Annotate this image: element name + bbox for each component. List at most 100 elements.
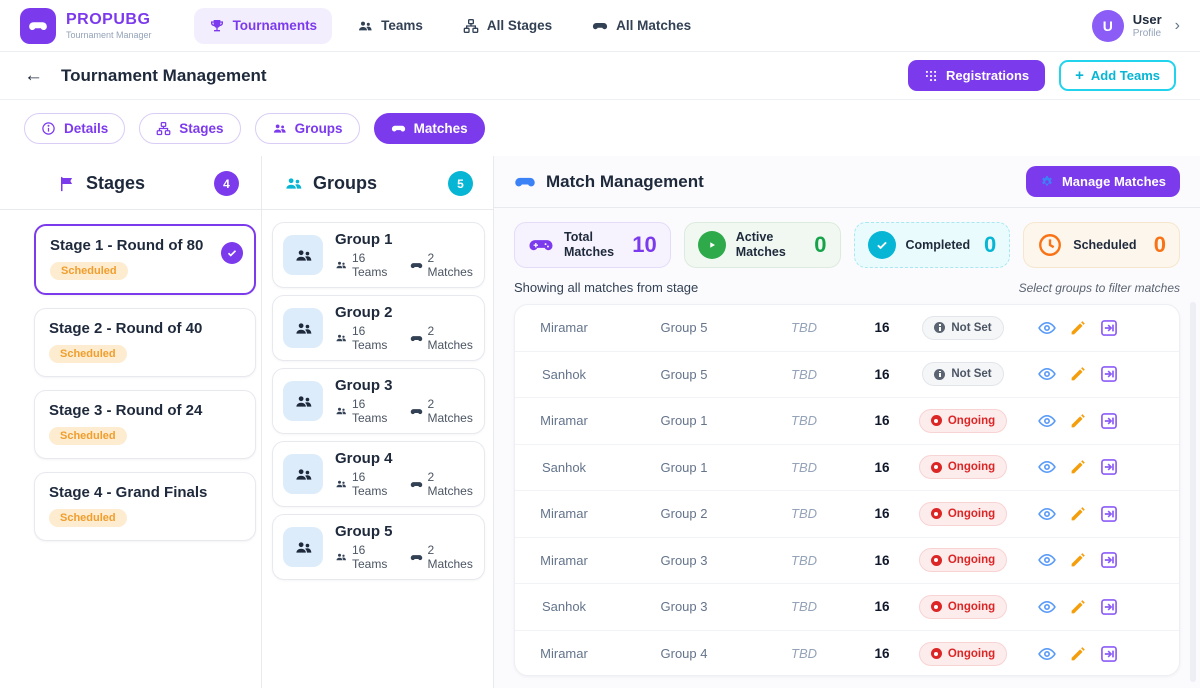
match-team-count: 16 xyxy=(853,413,911,428)
nav-item-all-matches[interactable]: All Matches xyxy=(577,8,706,44)
enter-match-button[interactable] xyxy=(1099,364,1119,384)
group-card-3[interactable]: Group 3 16 Teams 2 Matches xyxy=(272,368,485,434)
app-logo xyxy=(20,8,56,44)
view-match-button[interactable] xyxy=(1037,318,1057,338)
enter-match-button[interactable] xyxy=(1099,504,1119,524)
stages-count-badge: 4 xyxy=(214,171,239,196)
stage-card-2[interactable]: Stage 2 - Round of 40 Scheduled xyxy=(34,308,256,377)
edit-match-button[interactable] xyxy=(1069,319,1087,337)
edit-match-button[interactable] xyxy=(1069,365,1087,383)
view-match-button[interactable] xyxy=(1037,504,1057,524)
match-team-count: 16 xyxy=(853,367,911,382)
page-header: ← Tournament Management Registrations + … xyxy=(0,52,1200,100)
nav-item-teams[interactable]: Teams xyxy=(342,8,438,44)
table-row[interactable]: Miramar Group 5 TBD 16 Not Set xyxy=(515,305,1179,352)
group-card-1[interactable]: Group 1 16 Teams 2 Matches xyxy=(272,222,485,288)
tab-details[interactable]: Details xyxy=(24,113,125,144)
view-match-button[interactable] xyxy=(1037,364,1057,384)
enter-match-button[interactable] xyxy=(1099,550,1119,570)
match-group: Group 1 xyxy=(613,413,755,428)
groups-list: Group 1 16 Teams 2 Matches Group 2 16 Te… xyxy=(262,210,493,580)
enter-match-button[interactable] xyxy=(1099,644,1119,664)
table-row[interactable]: Sanhok Group 1 TBD 16 Ongoing xyxy=(515,445,1179,492)
view-match-button[interactable] xyxy=(1037,457,1057,477)
add-teams-label: Add Teams xyxy=(1091,68,1160,83)
view-match-button[interactable] xyxy=(1037,597,1057,617)
record-dot-icon xyxy=(931,648,942,659)
row-actions xyxy=(1015,504,1179,524)
view-match-button[interactable] xyxy=(1037,550,1057,570)
match-time: TBD xyxy=(755,553,853,568)
back-button[interactable]: ← xyxy=(24,65,43,87)
stage-status-badge: Scheduled xyxy=(49,509,127,527)
user-name: User xyxy=(1133,12,1162,27)
gamepad-icon xyxy=(514,171,536,193)
stages-icon xyxy=(156,121,171,136)
enter-match-button[interactable] xyxy=(1099,597,1119,617)
edit-match-button[interactable] xyxy=(1069,412,1087,430)
nav-item-tournaments[interactable]: Tournaments xyxy=(194,8,333,44)
edit-match-button[interactable] xyxy=(1069,505,1087,523)
table-row[interactable]: Sanhok Group 5 TBD 16 Not Set xyxy=(515,352,1179,399)
add-teams-button[interactable]: + Add Teams xyxy=(1059,60,1176,91)
teams-icon xyxy=(335,405,347,417)
table-row[interactable]: Miramar Group 4 TBD 16 Ongoing xyxy=(515,631,1179,677)
gamepad-icon xyxy=(410,332,423,345)
manage-matches-label: Manage Matches xyxy=(1062,174,1166,189)
registrations-label: Registrations xyxy=(946,68,1029,83)
table-row[interactable]: Sanhok Group 3 TBD 16 Ongoing xyxy=(515,584,1179,631)
edit-match-button[interactable] xyxy=(1069,645,1087,663)
row-actions xyxy=(1015,644,1179,664)
edit-match-button[interactable] xyxy=(1069,458,1087,476)
table-row[interactable]: Miramar Group 3 TBD 16 Ongoing xyxy=(515,538,1179,585)
gamepad-icon xyxy=(410,551,423,564)
match-filter-row: Showing all matches from stage Select gr… xyxy=(514,280,1180,295)
teams-icon xyxy=(357,18,373,34)
row-actions xyxy=(1015,318,1179,338)
user-profile-menu[interactable]: U User Profile › xyxy=(1092,10,1180,42)
manage-matches-button[interactable]: Manage Matches xyxy=(1026,166,1180,197)
page-title: Tournament Management xyxy=(61,66,267,86)
stage-card-3[interactable]: Stage 3 - Round of 24 Scheduled xyxy=(34,390,256,459)
view-match-button[interactable] xyxy=(1037,411,1057,431)
match-group: Group 5 xyxy=(613,367,755,382)
stage-card-1[interactable]: Stage 1 - Round of 80 Scheduled xyxy=(34,224,256,295)
match-map: Sanhok xyxy=(515,460,613,475)
clock-icon xyxy=(1037,232,1063,258)
match-group: Group 1 xyxy=(613,460,755,475)
brand-block: PROPUBG Tournament Manager xyxy=(66,11,152,40)
match-team-count: 16 xyxy=(853,599,911,614)
nav-item-all-stages[interactable]: All Stages xyxy=(448,8,567,44)
tab-stages[interactable]: Stages xyxy=(139,113,240,144)
group-teams: 16 Teams xyxy=(352,324,396,352)
check-circle-icon xyxy=(868,231,896,259)
stat-label: Completed xyxy=(906,238,962,253)
status-badge: Not Set xyxy=(922,316,1003,340)
enter-match-button[interactable] xyxy=(1099,318,1119,338)
stat-completed: Completed 0 xyxy=(854,222,1011,268)
registrations-button[interactable]: Registrations xyxy=(908,60,1045,91)
match-team-count: 16 xyxy=(853,506,911,521)
enter-match-button[interactable] xyxy=(1099,411,1119,431)
match-map: Miramar xyxy=(515,553,613,568)
teams-icon xyxy=(283,527,323,567)
match-time: TBD xyxy=(755,506,853,521)
group-card-4[interactable]: Group 4 16 Teams 2 Matches xyxy=(272,441,485,507)
gamepad-icon xyxy=(410,405,423,418)
stage-card-4[interactable]: Stage 4 - Grand Finals Scheduled xyxy=(34,472,256,541)
view-match-button[interactable] xyxy=(1037,644,1057,664)
group-card-2[interactable]: Group 2 16 Teams 2 Matches xyxy=(272,295,485,361)
edit-match-button[interactable] xyxy=(1069,598,1087,616)
table-row[interactable]: Miramar Group 2 TBD 16 Ongoing xyxy=(515,491,1179,538)
edit-match-button[interactable] xyxy=(1069,551,1087,569)
group-card-5[interactable]: Group 5 16 Teams 2 Matches xyxy=(272,514,485,580)
vertical-scrollbar[interactable] xyxy=(1190,302,1196,682)
tab-matches[interactable]: Matches xyxy=(374,113,485,144)
match-group: Group 3 xyxy=(613,599,755,614)
enter-match-button[interactable] xyxy=(1099,457,1119,477)
play-circle-icon xyxy=(698,231,726,259)
group-title: Group 2 xyxy=(335,304,474,321)
table-row[interactable]: Miramar Group 1 TBD 16 Ongoing xyxy=(515,398,1179,445)
tab-groups[interactable]: Groups xyxy=(255,113,360,144)
group-title: Group 4 xyxy=(335,450,474,467)
